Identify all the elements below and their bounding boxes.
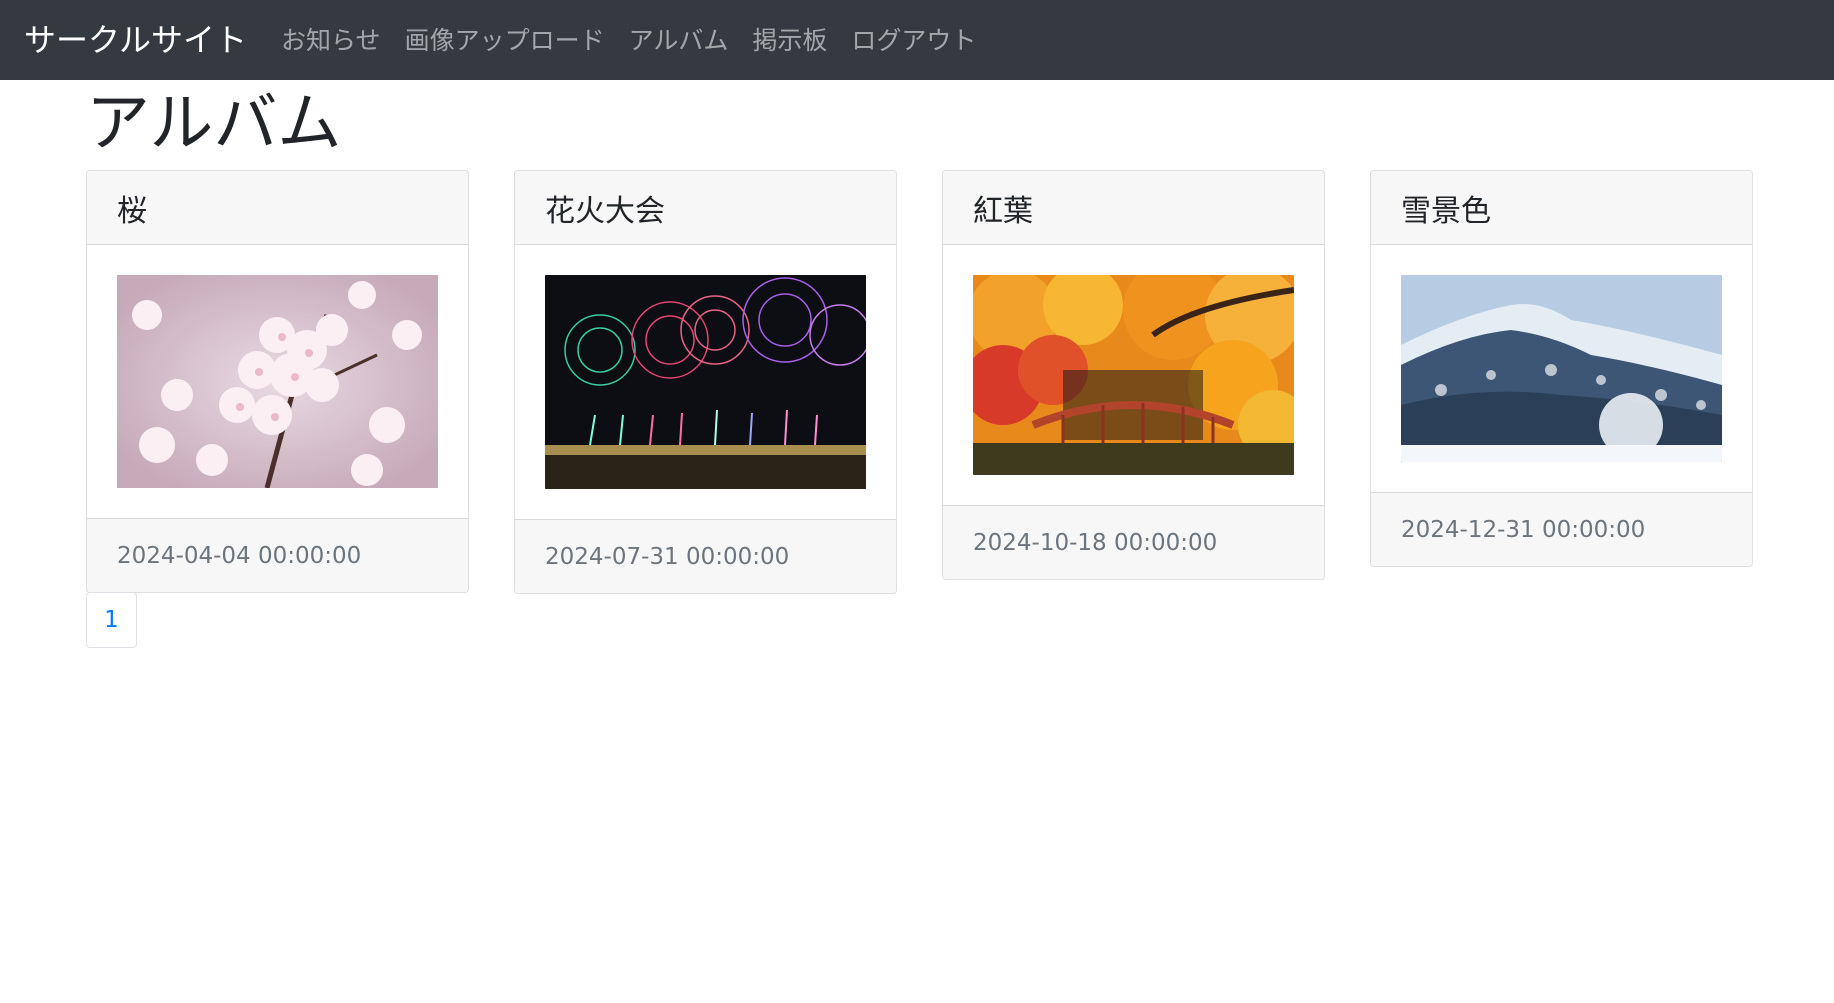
album-card: 雪景色 2024-12-31 00:00:00	[1370, 170, 1753, 567]
album-card: 桜 2024-04-04 00:00:00	[86, 170, 469, 593]
album-card-title: 花火大会	[515, 171, 896, 245]
top-navbar: サークルサイト お知らせ 画像アップロード アルバム 掲示板 ログアウト	[0, 0, 1834, 80]
album-card: 花火大会 2024-07-31 00:00:00	[514, 170, 897, 594]
nav-item-image-upload[interactable]: 画像アップロード	[405, 28, 605, 53]
cherry-blossom-image[interactable]	[117, 275, 438, 488]
album-card-date: 2024-07-31 00:00:00	[515, 519, 896, 593]
album-card-title: 紅葉	[943, 171, 1324, 245]
pagination-page-1[interactable]: 1	[86, 592, 137, 648]
album-card-title: 桜	[87, 171, 468, 245]
nav-item-board[interactable]: 掲示板	[752, 28, 827, 53]
fireworks-image[interactable]	[545, 275, 866, 489]
album-card-body	[943, 245, 1324, 505]
page-title: アルバム	[86, 87, 342, 161]
album-card-body	[515, 245, 896, 519]
snowy-mountain-image[interactable]	[1401, 275, 1722, 462]
album-card-date: 2024-04-04 00:00:00	[87, 518, 468, 592]
nav-item-notices[interactable]: お知らせ	[281, 28, 381, 53]
album-card-date: 2024-12-31 00:00:00	[1371, 492, 1752, 566]
brand-link[interactable]: サークルサイト	[24, 24, 247, 56]
album-card-body	[87, 245, 468, 518]
album-card: 紅葉 2024-10-18 00:00:00	[942, 170, 1325, 580]
autumn-leaves-image[interactable]	[973, 275, 1294, 475]
nav-item-album[interactable]: アルバム	[629, 28, 729, 53]
nav-item-logout[interactable]: ログアウト	[851, 28, 976, 53]
album-card-body	[1371, 245, 1752, 492]
album-card-date: 2024-10-18 00:00:00	[943, 505, 1324, 579]
album-card-title: 雪景色	[1371, 171, 1752, 245]
